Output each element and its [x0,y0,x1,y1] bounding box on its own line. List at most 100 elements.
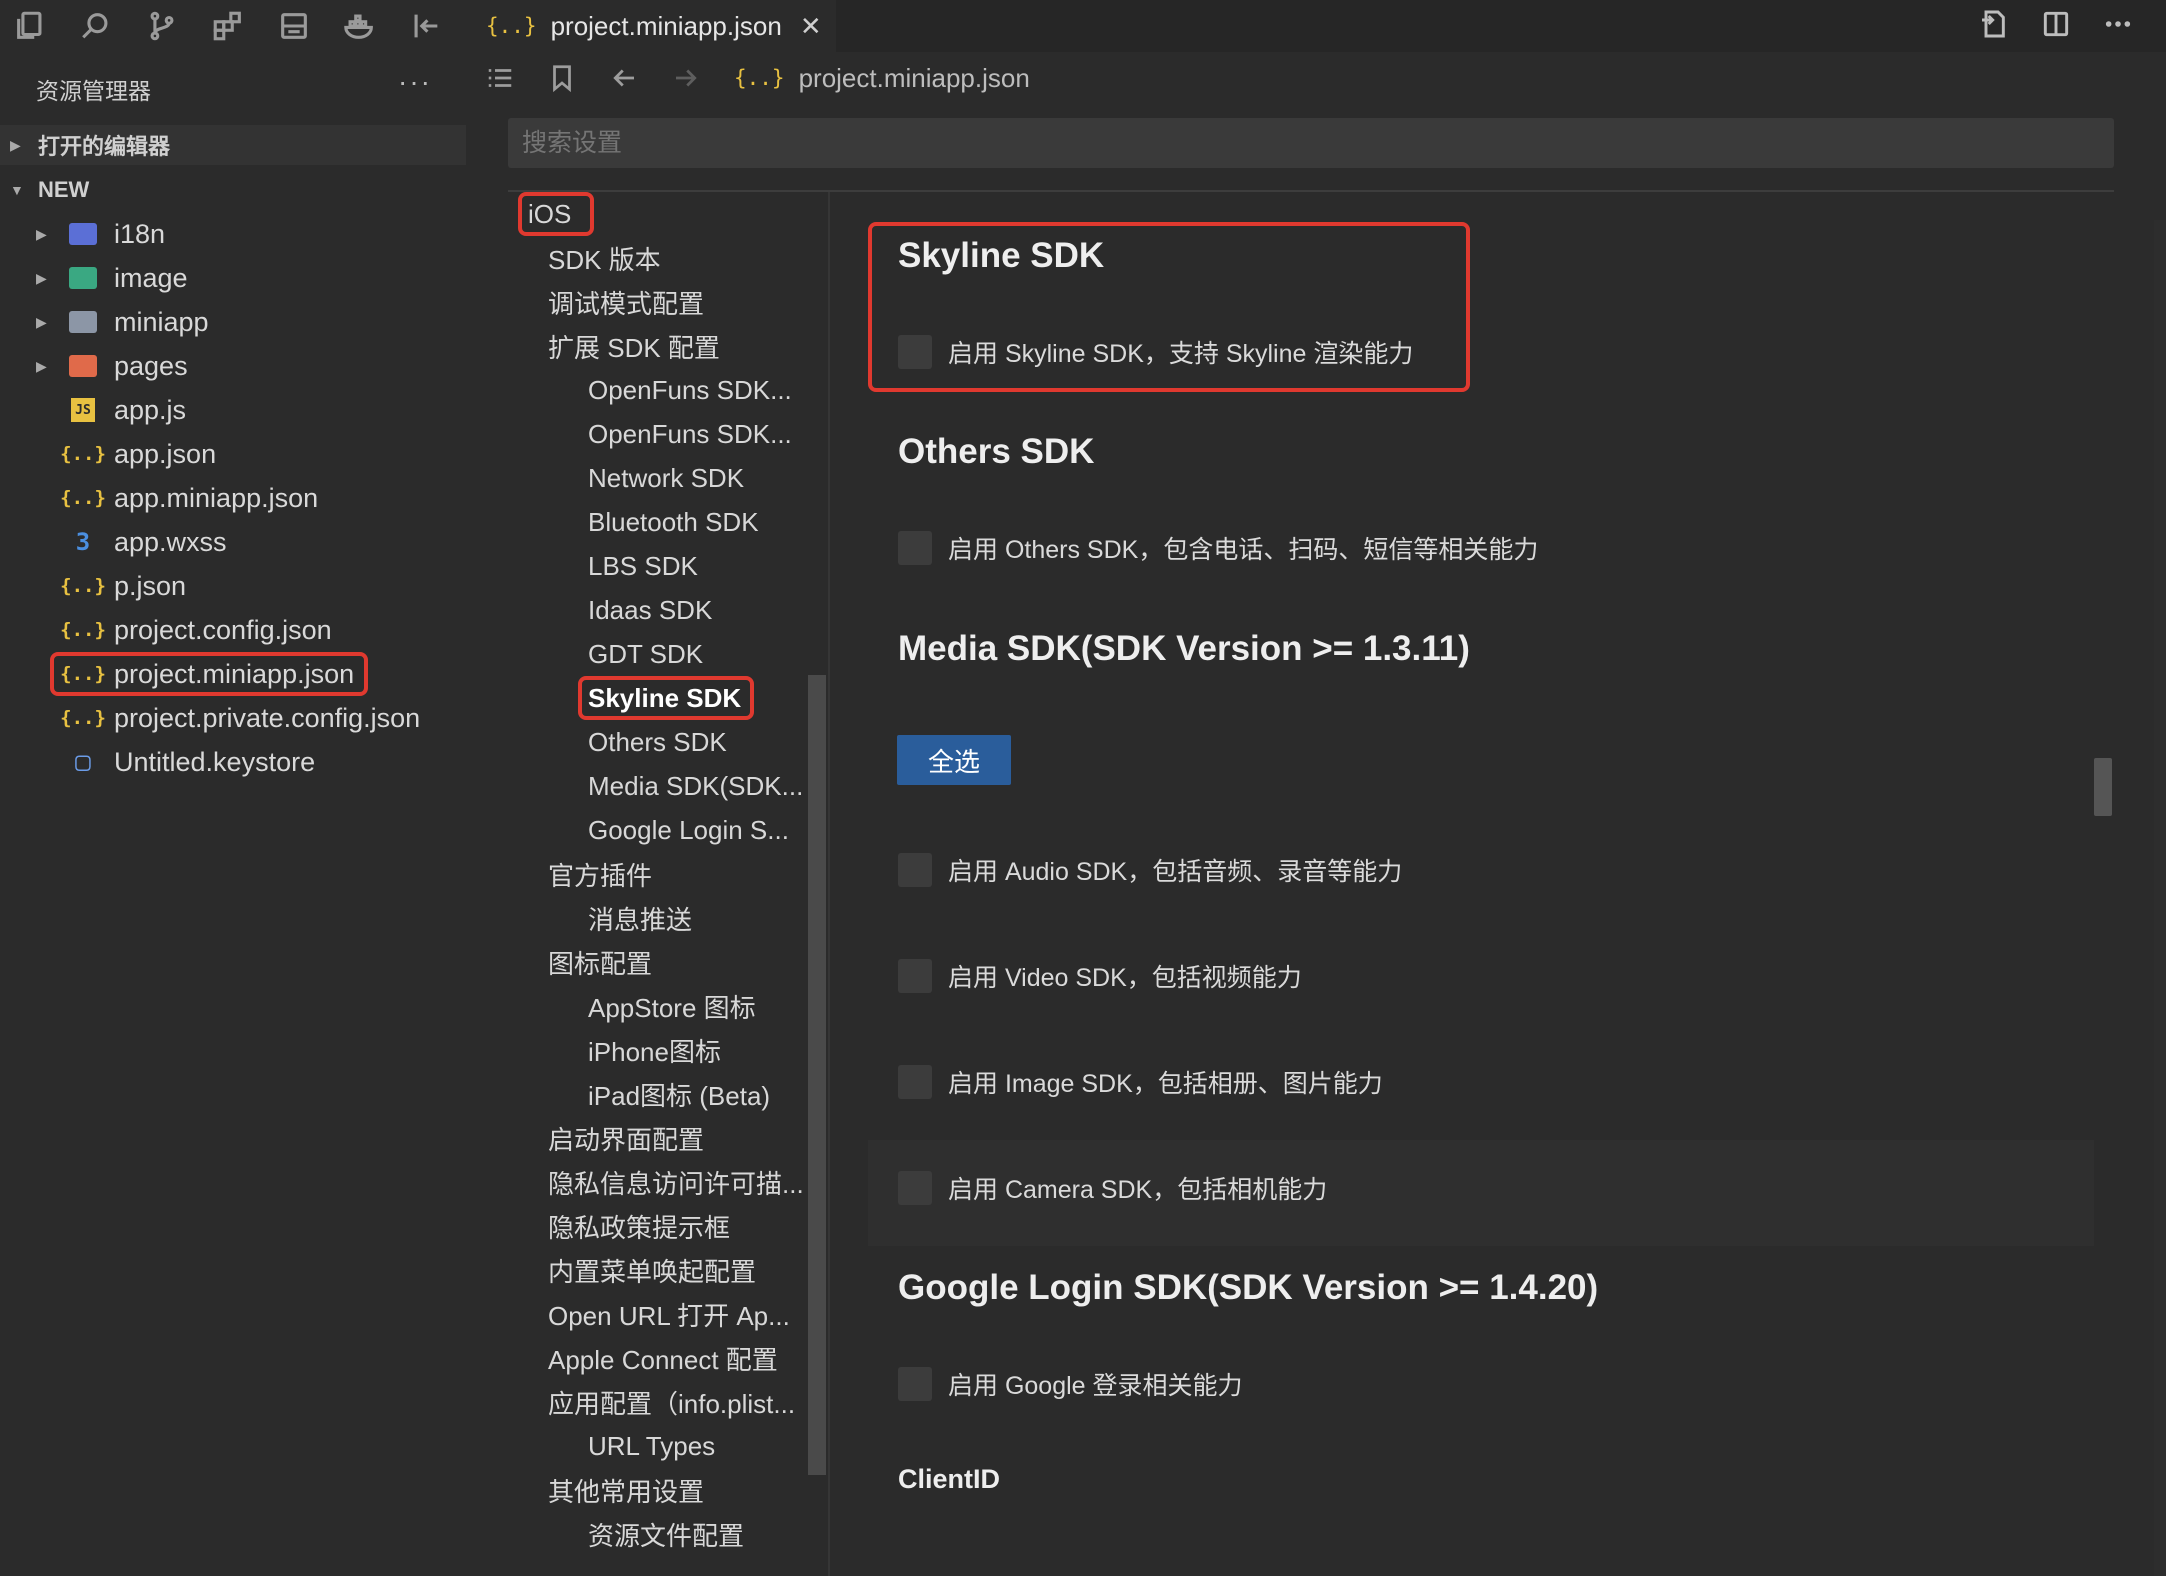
toc-item[interactable]: 启动界面配置 [548,1118,808,1158]
image-sdk-setting[interactable]: 启用 Image SDK，包括相册、图片能力 [898,1060,1383,1104]
folder-item[interactable]: ▶ pages [0,344,466,388]
files-icon[interactable] [8,4,52,48]
toc-item[interactable]: Network SDK [588,458,808,498]
others-sdk-label: 启用 Others SDK，包含电话、扫码、短信等相关能力 [948,536,1539,564]
file-item[interactable]: 3 app.wxss [0,520,466,564]
toc-item[interactable]: 扩展 SDK 配置 [548,326,808,366]
folder-item[interactable]: ▶ miniapp [0,300,466,344]
file-item[interactable]: JS app.js [0,388,466,432]
image-sdk-checkbox[interactable] [898,1065,932,1099]
file-item[interactable]: ▢ Untitled.keystore [0,740,466,784]
toc-item[interactable]: 调试模式配置 [548,282,808,322]
more-actions-icon[interactable]: ··· [398,66,432,98]
toc-item[interactable]: 其他常用设置 [548,1470,808,1510]
video-sdk-checkbox[interactable] [898,959,932,993]
toc-item[interactable]: 应用配置（info.plist... [548,1382,808,1422]
toc-item[interactable]: iPad图标 (Beta) [588,1074,808,1114]
split-editor-icon[interactable] [2040,8,2076,44]
bookmark-icon[interactable] [542,58,582,98]
toc-scrollbar[interactable] [808,675,826,1475]
toc-item[interactable]: LBS SDK [588,546,808,586]
editor-tab[interactable]: {..} project.miniapp.json ✕ [466,0,836,52]
folder-item[interactable]: ▶ image [0,256,466,300]
folder-icon [68,307,98,337]
source-control-icon[interactable] [140,4,184,48]
toc-item[interactable]: Media SDK(SDK... [588,766,808,806]
toc-item[interactable]: Idaas SDK [588,590,808,630]
collapse-panel-icon[interactable] [404,4,448,48]
js-file-icon: JS [71,398,95,422]
toc-item[interactable]: Open URL 打开 Ap... [548,1294,808,1334]
file-item[interactable]: {..} app.json [0,432,466,476]
forward-arrow-icon[interactable] [666,58,706,98]
toc-item[interactable]: Others SDK [588,722,808,762]
toc-item[interactable]: 资源文件配置 [588,1514,808,1554]
open-editors-section[interactable]: ▶ 打开的编辑器 [0,125,466,165]
tab-label: project.miniapp.json [550,10,782,41]
open-editors-label: 打开的编辑器 [38,134,171,159]
google-login-setting[interactable]: 启用 Google 登录相关能力 [898,1362,1243,1406]
search-settings-input[interactable] [508,118,2114,168]
video-sdk-setting[interactable]: 启用 Video SDK，包括视频能力 [898,954,1302,998]
search-icon[interactable] [74,4,118,48]
file-item[interactable]: {..} project.private.config.json [0,696,466,740]
toc-item[interactable]: SDK 版本 [548,238,808,278]
toc-item[interactable]: URL Types [588,1426,808,1466]
toc-item[interactable]: Google Login S... [588,810,808,850]
workspace-label: NEW [38,177,90,202]
file-item[interactable]: {..} p.json [0,564,466,608]
list-icon[interactable] [480,58,520,98]
media-sdk-title: Media SDK(SDK Version >= 1.3.11) [898,629,1470,668]
toc-item[interactable]: Apple Connect 配置 [548,1338,808,1378]
tree-item-label: Untitled.keystore [114,746,316,777]
activity-bar [0,0,466,52]
chevron-right-icon: ▶ [10,136,21,153]
toc-item[interactable]: 官方插件 [548,854,808,894]
close-tab-icon[interactable]: ✕ [800,11,822,42]
workspace-section[interactable]: ▼ NEW [0,170,466,210]
docker-icon[interactable] [338,4,382,48]
open-file-icon[interactable] [1978,8,2014,44]
toc-item[interactable]: AppStore 图标 [588,986,808,1026]
breadcrumb: {..} project.miniapp.json [466,54,2166,102]
more-icon[interactable] [2102,8,2138,44]
audio-sdk-checkbox[interactable] [898,853,932,887]
others-sdk-setting[interactable]: 启用 Others SDK，包含电话、扫码、短信等相关能力 [898,526,1538,570]
camera-sdk-checkbox[interactable] [898,1171,932,1205]
back-arrow-icon[interactable] [604,58,644,98]
file-item[interactable]: {..} app.miniapp.json [0,476,466,520]
json-file-icon: {..} [486,14,537,38]
content-scrollbar[interactable] [2094,758,2112,816]
file-item[interactable]: {..} project.config.json [0,608,466,652]
tree-item-label: app.wxss [114,526,227,557]
toc-item[interactable]: 内置菜单唤起配置 [548,1250,808,1290]
folder-item[interactable]: ▶ i18n [0,212,466,256]
extensions-icon[interactable] [206,4,250,48]
toc-item[interactable]: Bluetooth SDK [588,502,808,542]
toc-item[interactable]: 隐私信息访问许可描... [548,1162,808,1202]
image-sdk-label: 启用 Image SDK，包括相册、图片能力 [948,1070,1383,1098]
toc-item[interactable]: iPhone图标 [588,1030,808,1070]
toc-item[interactable]: 消息推送 [588,898,808,938]
scrollbar-track [2154,220,2166,1576]
others-sdk-title: Others SDK [898,432,1095,471]
settings-toc: iOS SDK 版本 调试模式配置 扩展 SDK 配置 OpenFuns SDK... O… [508,192,828,1576]
others-sdk-checkbox[interactable] [898,531,932,565]
toc-item[interactable]: 隐私政策提示框 [548,1206,808,1246]
select-all-button[interactable]: 全选 [897,735,1011,785]
toc-item[interactable]: OpenFuns SDK... [588,414,808,454]
tree-item-label: app.miniapp.json [114,482,319,513]
video-sdk-label: 启用 Video SDK，包括视频能力 [948,964,1302,992]
toc-item[interactable]: 图标配置 [548,942,808,982]
highlight-box [50,652,368,696]
audio-sdk-setting[interactable]: 启用 Audio SDK，包括音频、录音等能力 [898,848,1402,892]
breadcrumb-path[interactable]: {..} project.miniapp.json [734,63,1030,94]
layout-icon[interactable] [272,4,316,48]
camera-sdk-setting[interactable]: 启用 Camera SDK，包括相机能力 [898,1166,1327,1210]
json-file-icon: {..} [60,707,106,729]
toc-item[interactable]: GDT SDK [588,634,808,674]
tree-item-label: image [114,262,188,293]
toc-item[interactable]: OpenFuns SDK... [588,370,808,410]
highlight-box [578,676,754,720]
google-login-checkbox[interactable] [898,1367,932,1401]
